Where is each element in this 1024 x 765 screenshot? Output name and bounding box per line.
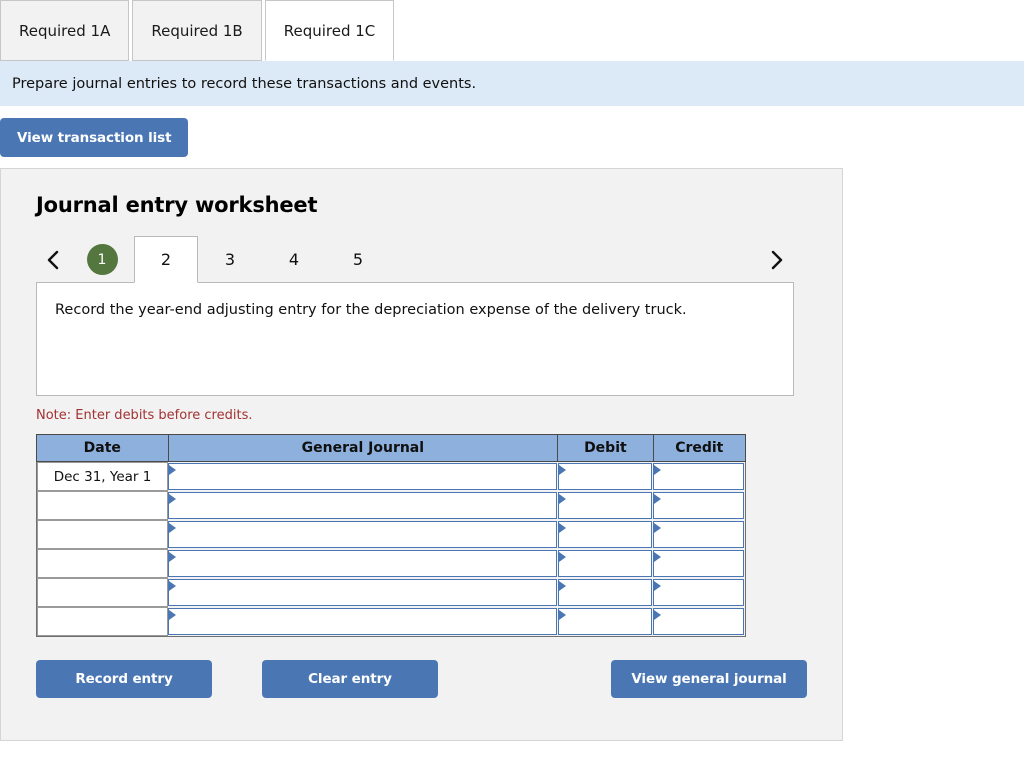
pager-pages: 1 2 3 4 5	[70, 236, 390, 283]
general-journal-input-6[interactable]	[168, 608, 557, 635]
date-input-5[interactable]	[37, 578, 169, 607]
credit-input-2[interactable]	[653, 492, 744, 519]
cell-general-journal[interactable]	[168, 607, 558, 637]
general-journal-input-5[interactable]	[168, 579, 557, 606]
chevron-left-icon[interactable]	[36, 237, 70, 282]
journal-entry-table: Date General Journal Debit Credit Dec 31…	[36, 434, 747, 637]
cell-debit[interactable]	[557, 578, 654, 607]
pager-page-4-label: 4	[288, 250, 300, 269]
toolbar: View transaction list	[0, 106, 1024, 168]
date-input-1[interactable]: Dec 31, Year 1	[37, 462, 169, 491]
worksheet-prompt-box: Record the year-end adjusting entry for …	[36, 282, 794, 396]
debit-input-6[interactable]	[557, 608, 653, 635]
general-journal-input-4[interactable]	[168, 550, 557, 577]
column-header-general-journal: General Journal	[167, 434, 559, 462]
cell-credit[interactable]	[653, 549, 746, 578]
general-journal-input-3[interactable]	[168, 521, 557, 548]
debit-input-2[interactable]	[557, 492, 653, 519]
cell-date[interactable]	[36, 549, 169, 578]
pager-page-3[interactable]: 3	[198, 237, 262, 282]
cell-debit[interactable]	[557, 491, 654, 520]
cell-debit[interactable]	[557, 549, 654, 578]
cell-date[interactable]: Dec 31, Year 1	[36, 461, 169, 491]
general-journal-input-1[interactable]	[168, 463, 557, 490]
cell-date[interactable]	[36, 578, 169, 607]
general-journal-input-2[interactable]	[168, 492, 557, 519]
pager-page-1-label: 1	[86, 244, 118, 275]
worksheet-actions: Record entry Clear entry View general jo…	[36, 660, 808, 700]
cell-general-journal[interactable]	[168, 578, 558, 607]
table-row	[36, 607, 746, 637]
table-row	[36, 520, 746, 549]
cell-date[interactable]	[36, 607, 169, 637]
pager-page-5[interactable]: 5	[326, 237, 390, 282]
cell-credit[interactable]	[653, 461, 746, 491]
column-header-date: Date	[36, 434, 169, 462]
cell-general-journal[interactable]	[168, 491, 558, 520]
date-input-2[interactable]	[37, 491, 169, 520]
debit-input-4[interactable]	[557, 550, 653, 577]
table-row	[36, 578, 746, 607]
date-input-4[interactable]	[37, 549, 169, 578]
debit-input-3[interactable]	[557, 521, 653, 548]
debits-before-credits-note: Note: Enter debits before credits.	[36, 408, 253, 423]
instruction-banner: Prepare journal entries to record these …	[0, 61, 1024, 106]
pager-page-5-label: 5	[352, 250, 364, 269]
cell-general-journal[interactable]	[168, 549, 558, 578]
tab-required-1a[interactable]: Required 1A	[0, 0, 130, 61]
credit-input-3[interactable]	[653, 521, 744, 548]
journal-entry-worksheet-panel: Journal entry worksheet 1 2 3 4 5 Record…	[0, 168, 843, 741]
worksheet-prompt-text: Record the year-end adjusting entry for …	[55, 302, 687, 318]
pager-page-4[interactable]: 4	[262, 237, 326, 282]
cell-date[interactable]	[36, 491, 169, 520]
cell-debit[interactable]	[557, 520, 654, 549]
table-row	[36, 491, 746, 520]
worksheet-pager: 1 2 3 4 5	[36, 236, 796, 283]
clear-entry-button[interactable]: Clear entry	[262, 660, 438, 698]
pager-page-1[interactable]: 1	[70, 237, 134, 282]
tabs-filler	[397, 0, 1024, 61]
table-row	[36, 549, 746, 578]
view-transaction-list-button[interactable]: View transaction list	[0, 118, 189, 157]
cell-general-journal[interactable]	[168, 520, 558, 549]
record-entry-button[interactable]: Record entry	[36, 660, 212, 698]
cell-credit[interactable]	[653, 491, 746, 520]
instruction-text: Prepare journal entries to record these …	[12, 75, 477, 92]
date-input-6[interactable]	[37, 607, 169, 636]
cell-debit[interactable]	[557, 607, 654, 637]
debit-input-5[interactable]	[557, 579, 653, 606]
cell-general-journal[interactable]	[168, 461, 558, 491]
pager-page-2-label: 2	[160, 250, 172, 269]
cell-date[interactable]	[36, 520, 169, 549]
cell-debit[interactable]	[557, 461, 654, 491]
table-header-row: Date General Journal Debit Credit	[36, 434, 747, 462]
cell-credit[interactable]	[653, 520, 746, 549]
credit-input-5[interactable]	[653, 579, 744, 606]
debit-input-1[interactable]	[557, 463, 653, 490]
table-row: Dec 31, Year 1	[36, 461, 746, 491]
tab-required-1c[interactable]: Required 1C	[264, 0, 395, 61]
chevron-right-icon[interactable]	[756, 237, 796, 282]
pager-page-2[interactable]: 2	[134, 236, 198, 283]
column-header-credit: Credit	[652, 434, 747, 462]
view-general-journal-button[interactable]: View general journal	[611, 660, 807, 698]
tab-required-1b[interactable]: Required 1B	[132, 0, 262, 61]
credit-input-4[interactable]	[653, 550, 744, 577]
credit-input-1[interactable]	[653, 463, 744, 490]
requirement-tabs: Required 1A Required 1B Required 1C	[0, 0, 1024, 61]
column-header-debit: Debit	[557, 434, 654, 462]
cell-credit[interactable]	[653, 578, 746, 607]
page-title: Journal entry worksheet	[36, 193, 318, 217]
date-input-3[interactable]	[37, 520, 169, 549]
pager-page-3-label: 3	[224, 250, 236, 269]
credit-input-6[interactable]	[653, 608, 744, 635]
cell-credit[interactable]	[653, 607, 746, 637]
